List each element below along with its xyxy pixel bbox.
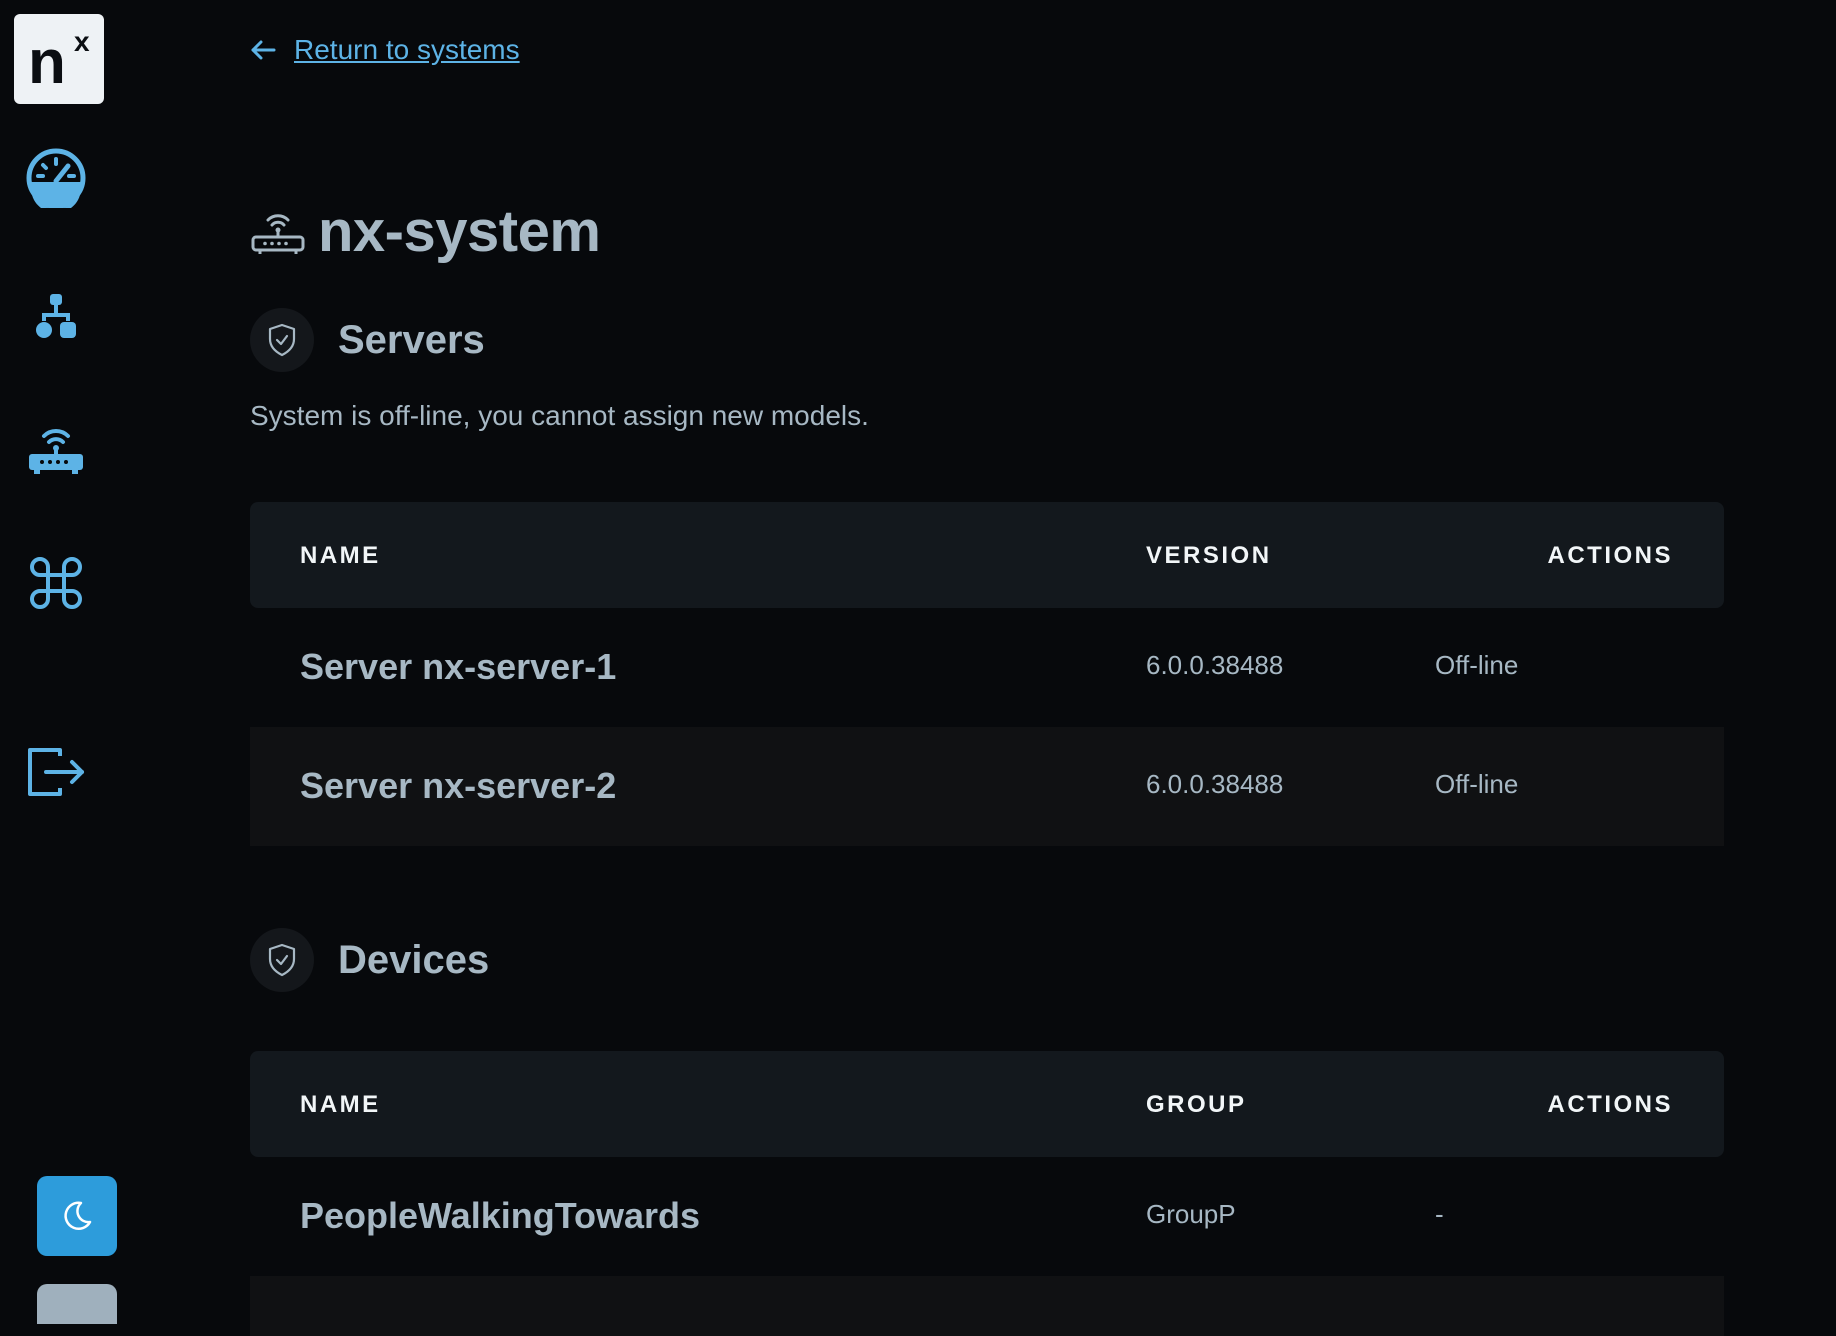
command-icon[interactable] — [26, 553, 86, 613]
logo-main: n — [28, 28, 66, 97]
shield-check-icon — [250, 928, 314, 992]
servers-table-header: NAME VERSION ACTIONS — [250, 502, 1724, 608]
devices-table: NAME GROUP ACTIONS PeopleWalkingTowards … — [250, 1051, 1724, 1336]
column-header-actions: ACTIONS — [1547, 542, 1673, 569]
column-header-version: VERSION — [1146, 542, 1272, 569]
table-row — [250, 1276, 1724, 1336]
server-status: Off-line — [1435, 650, 1519, 680]
logout-icon[interactable] — [26, 742, 86, 802]
column-header-name: NAME — [300, 542, 381, 569]
app-logo[interactable]: n x — [14, 14, 104, 104]
server-version: 6.0.0.38488 — [1146, 650, 1284, 680]
network-hierarchy-icon[interactable] — [26, 286, 86, 346]
device-action: - — [1435, 1199, 1444, 1229]
arrow-left-icon — [251, 40, 276, 60]
devices-title: Devices — [338, 937, 490, 982]
user-avatar-button[interactable] — [37, 1284, 117, 1324]
page-title: nx-system — [250, 198, 601, 265]
theme-toggle-button[interactable] — [37, 1176, 117, 1256]
moon-icon — [64, 1201, 92, 1231]
table-row: PeopleWalkingTowards GroupP - — [250, 1157, 1724, 1276]
device-name[interactable]: PeopleWalkingTowards — [300, 1195, 700, 1237]
servers-section-header: Servers — [250, 308, 485, 372]
return-to-systems-link[interactable]: Return to systems — [250, 34, 520, 66]
router-icon[interactable] — [26, 418, 86, 478]
sidebar: n x — [0, 0, 118, 1324]
column-header-actions: ACTIONS — [1547, 1091, 1673, 1118]
column-header-name: NAME — [300, 1091, 381, 1118]
server-name[interactable]: Server nx-server-2 — [300, 765, 616, 807]
servers-title: Servers — [338, 317, 485, 362]
server-name[interactable]: Server nx-server-1 — [300, 646, 616, 688]
servers-table: NAME VERSION ACTIONS Server nx-server-1 … — [250, 502, 1724, 846]
return-to-systems-label[interactable]: Return to systems — [294, 34, 520, 66]
devices-table-header: NAME GROUP ACTIONS — [250, 1051, 1724, 1157]
devices-section-header: Devices — [250, 928, 489, 992]
server-status: Off-line — [1435, 769, 1519, 799]
device-group: GroupP — [1146, 1199, 1236, 1229]
shield-check-icon — [250, 308, 314, 372]
logo-sup: x — [74, 26, 90, 57]
table-row: Server nx-server-2 6.0.0.38488 Off-line — [250, 727, 1724, 846]
table-row: Server nx-server-1 6.0.0.38488 Off-line — [250, 608, 1724, 727]
server-version: 6.0.0.38488 — [1146, 769, 1284, 799]
column-header-group: GROUP — [1146, 1091, 1247, 1118]
system-name: nx-system — [318, 199, 601, 264]
router-icon — [251, 213, 305, 254]
dashboard-gauge-icon[interactable] — [26, 148, 86, 208]
offline-notice: System is off-line, you cannot assign ne… — [250, 400, 869, 431]
